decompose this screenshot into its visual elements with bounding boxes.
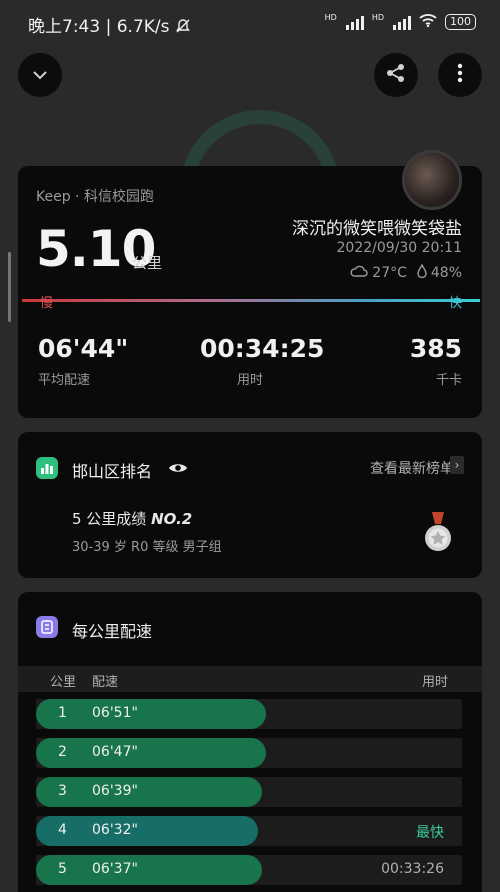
stat-duration: 00:34:25 用时	[200, 334, 325, 388]
run-source: Keep · 科信校园跑	[36, 189, 154, 205]
table-row: 1 06'51"	[36, 699, 462, 729]
slow-label: 慢	[40, 296, 54, 311]
row-pace: 06'37"	[92, 861, 138, 877]
pace-bar	[36, 855, 262, 885]
row-pace: 06'32"	[92, 822, 138, 838]
splits-card: 每公里配速 公里 配速 用时 1 06'51" 2 06'47" 3 06'39…	[18, 592, 482, 892]
humidity-icon	[417, 263, 427, 282]
humidity: 48%	[430, 265, 462, 281]
row-km: 4	[58, 822, 67, 838]
mute-icon	[175, 17, 191, 37]
avatar[interactable]	[402, 150, 462, 210]
signal-icon	[393, 14, 411, 30]
result-rank: NO.2	[151, 510, 193, 528]
temperature: 27°C	[372, 265, 407, 281]
ranking-card[interactable]: 邯山区排名 查看最新榜单 › 5 公里成绩 NO.2 30-39 岁 R0 等级…	[18, 432, 482, 578]
row-km: 3	[58, 783, 67, 799]
stat-value: 00:34:25	[200, 334, 325, 363]
pace-list-icon	[36, 616, 58, 638]
hd-label: HD	[371, 13, 384, 22]
result-prefix: 5 公里成绩	[72, 510, 147, 528]
collapse-button[interactable]	[18, 53, 62, 97]
row-km: 1	[58, 705, 67, 721]
chevron-down-icon	[31, 66, 49, 85]
clock: 晚上7:43	[28, 17, 101, 37]
stat-avg-pace: 06'44" 平均配速	[38, 334, 128, 388]
stat-calories: 385 千卡	[410, 334, 462, 388]
medal-icon	[420, 510, 456, 554]
chevron-right-icon[interactable]: ›	[450, 456, 464, 474]
row-time: 00:33:26	[381, 861, 444, 877]
table-row: 3 06'39"	[36, 777, 462, 807]
status-right: HD HD 100	[325, 13, 476, 30]
pace-bar	[36, 699, 267, 729]
ranking-title: 邯山区排名	[72, 462, 153, 481]
fast-label: 快	[448, 296, 462, 311]
splits-table-header: 公里 配速 用时	[18, 666, 482, 692]
splits-title: 每公里配速	[72, 622, 153, 641]
cloud-icon	[350, 265, 368, 281]
more-vertical-icon	[457, 63, 463, 87]
ranking-group: 30-39 岁 R0 等级 男子组	[72, 540, 222, 555]
pace-bar	[36, 816, 258, 846]
run-summary-card: Keep · 科信校园跑 5.10 公里 深沉的微笑喂微笑袋盐 2022/09/…	[18, 150, 482, 418]
more-button[interactable]	[438, 53, 482, 97]
header-km: 公里	[50, 675, 77, 690]
pace-bar	[36, 738, 267, 768]
table-row: 5 06'37" 00:33:26	[36, 855, 462, 885]
share-icon	[385, 62, 407, 88]
network-speed: 6.7K/s	[116, 17, 170, 37]
weather-info: 27°C 48%	[350, 263, 462, 282]
table-row: 4 06'32" 最快	[36, 816, 462, 846]
table-row: 2 06'47"	[36, 738, 462, 768]
row-pace: 06'51"	[92, 705, 138, 721]
signal-icon	[345, 14, 364, 30]
status-bar: 晚上7:43 | 6.7K/s HD HD 100	[0, 0, 500, 44]
stat-value: 06'44"	[38, 334, 129, 363]
pace-gradient-bar	[22, 299, 480, 302]
pace-bar	[36, 777, 262, 807]
hd-label: HD	[324, 13, 337, 22]
stat-label: 用时	[236, 373, 263, 388]
row-km: 5	[58, 861, 67, 877]
eye-icon[interactable]	[168, 460, 188, 479]
ranking-result: 5 公里成绩 NO.2	[72, 508, 192, 529]
battery-icon: 100	[445, 13, 476, 30]
divider: |	[105, 17, 117, 37]
stat-label: 平均配速	[38, 373, 91, 388]
share-button[interactable]	[374, 53, 418, 97]
run-datetime: 2022/09/30 20:11	[336, 240, 463, 256]
stat-label: 千卡	[435, 373, 462, 388]
scroll-indicator[interactable]	[8, 252, 11, 322]
row-km: 2	[58, 744, 67, 760]
distance-unit: 公里	[132, 254, 163, 272]
row-fastest-label: 最快	[416, 825, 444, 841]
username: 深沉的微笑喂微笑袋盐	[292, 219, 462, 239]
wifi-icon	[419, 13, 437, 30]
status-left: 晚上7:43 | 6.7K/s	[28, 12, 191, 37]
header-time: 用时	[421, 675, 448, 690]
header-pace: 配速	[92, 675, 119, 690]
view-leaderboard-link[interactable]: 查看最新榜单	[370, 458, 454, 478]
stat-value: 385	[409, 334, 462, 363]
row-pace: 06'47"	[92, 744, 138, 760]
bar-chart-icon	[36, 457, 58, 479]
row-pace: 06'39"	[92, 783, 138, 799]
